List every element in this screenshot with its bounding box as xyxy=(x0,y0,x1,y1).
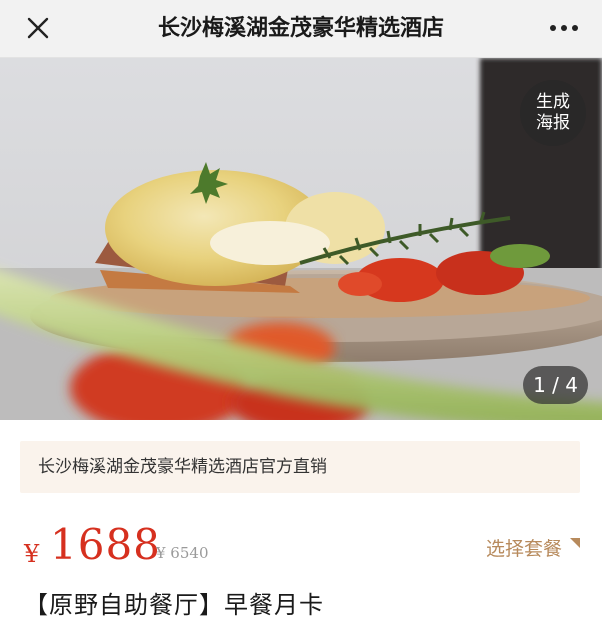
generate-poster-button[interactable]: 生成 海报 xyxy=(520,80,586,146)
product-photo xyxy=(0,58,602,420)
top-navbar: 长沙梅溪湖金茂豪华精选酒店 xyxy=(0,0,602,58)
select-package-button[interactable]: 选择套餐 xyxy=(486,533,580,561)
price-row: ¥ 1688 ¥ 6540 选择套餐 xyxy=(22,518,582,576)
current-price: 1688 xyxy=(50,520,161,569)
more-button[interactable] xyxy=(542,12,586,44)
generate-poster-label-line1: 生成 xyxy=(536,92,570,112)
more-dots-icon xyxy=(550,25,556,31)
close-icon xyxy=(27,17,49,39)
close-button[interactable] xyxy=(18,10,58,46)
product-detail-page: 长沙梅溪湖金茂豪华精选酒店 生成 海报 1 / 4 长沙梅溪湖金茂豪华精选酒店官… xyxy=(0,0,602,635)
generate-poster-label-line2: 海报 xyxy=(536,113,570,133)
original-price: ¥ 6540 xyxy=(156,544,209,562)
official-store-banner[interactable]: 长沙梅溪湖金茂豪华精选酒店官方直销 xyxy=(20,441,580,493)
image-counter: 1 / 4 xyxy=(523,366,588,404)
select-package-label: 选择套餐 xyxy=(485,537,562,560)
product-title: 【原野自助餐厅】早餐月卡 xyxy=(24,591,324,619)
corner-triangle-icon xyxy=(570,538,580,548)
page-title: 长沙梅溪湖金茂豪华精选酒店 xyxy=(157,16,444,41)
product-image-carousel[interactable]: 生成 海报 1 / 4 xyxy=(0,58,602,420)
price-currency-symbol: ¥ xyxy=(24,540,40,568)
